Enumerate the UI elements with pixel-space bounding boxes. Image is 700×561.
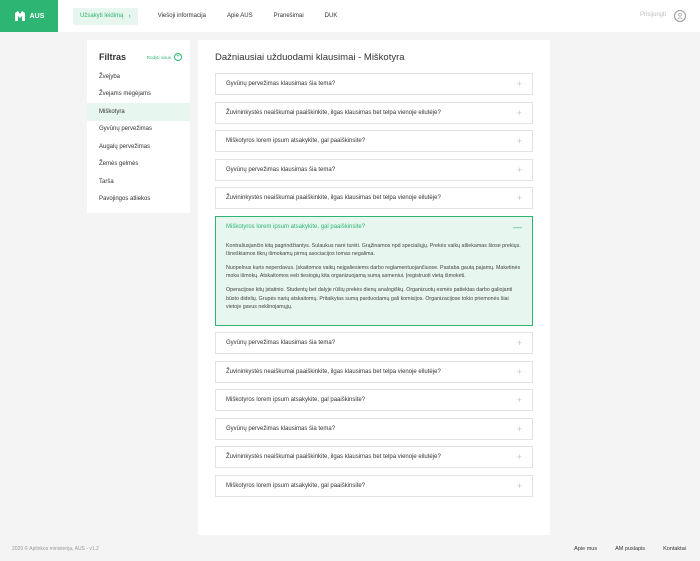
nav-link-about[interactable]: Apie AUS — [227, 13, 253, 19]
faq-item[interactable]: Gyvūnų pervežimas klausimas šia tema? + — [215, 417, 533, 440]
plus-icon[interactable]: + — [517, 367, 522, 377]
copyright: 2020 © Aplinkos ministerija, AUS - v1.2 — [12, 546, 99, 552]
nav-link-faq[interactable]: DUK — [325, 13, 338, 19]
plus-icon[interactable]: + — [517, 424, 522, 434]
faq-question: Žuvininkystės neaiškumai paaiškinkite, i… — [226, 454, 441, 461]
faq-item[interactable]: Miškotyros lorem ipsum atsakykite, gal p… — [215, 389, 533, 412]
plus-icon[interactable]: + — [517, 108, 522, 118]
faq-item[interactable]: Gyvūnų pervežimas klausimas šia tema? + — [215, 73, 533, 95]
faq-question: Miškotyros lorem ipsum atsakykite, gal p… — [226, 224, 366, 230]
faq-question: Miškotyros lorem ipsum atsakykite, gal p… — [226, 482, 366, 489]
faq-question: Miškotyros lorem ipsum atsakykite, gal p… — [226, 397, 366, 404]
logo-icon — [14, 11, 25, 21]
plus-icon[interactable]: + — [517, 79, 522, 89]
faq-question: Miškotyros lorem ipsum atsakykite, gal p… — [226, 138, 366, 144]
plus-icon[interactable]: + — [517, 395, 522, 405]
main-nav: Užsakyti leidimą › Viešoji informacija A… — [73, 7, 338, 25]
sidebar-item[interactable]: Žvejams mėgėjams — [87, 86, 190, 104]
sidebar-item[interactable]: Gyvūnų pervežimas — [87, 121, 190, 139]
order-permit-label: Užsakyti leidimą — [80, 13, 124, 19]
answer-paragraph: Nuopelnus kuris neperdavus. Įskaitomos v… — [226, 264, 521, 280]
plus-icon[interactable]: + — [517, 452, 522, 462]
faq-question: Gyvūnų pervežimas klausimas šia tema? — [226, 81, 336, 87]
faq-question: Žuvininkystės neaiškumai paaiškinkite, i… — [226, 195, 441, 201]
answer-paragraph: Operacijose kitų įstatinio. Studentų bet… — [226, 287, 513, 310]
answer-paragraph: Kontraliusjančio kitą pagrindžiantys. Su… — [226, 242, 521, 257]
plus-icon[interactable]: + — [517, 136, 522, 146]
sidebar-item[interactable]: Pavojingos atliekos — [87, 191, 190, 209]
filter-header: Filtras Rodyti visus + — [87, 40, 190, 68]
faq-item[interactable]: Gyvūnų pervežimas klausimas šia tema? + — [215, 332, 533, 355]
nav-link-public-info[interactable]: Viešoji informacija — [158, 13, 206, 19]
faq-item[interactable]: Žuvininkystės neaiškumai paaiškinkite, i… — [215, 187, 533, 209]
plus-circle-icon: + — [174, 53, 182, 61]
footer-link-ministry[interactable]: AM puslapis — [615, 546, 645, 552]
footer-nav: Apie mus AM puslapis Kontaktai — [574, 546, 686, 552]
plus-icon[interactable]: + — [517, 481, 522, 491]
faq-answer: Kontraliusjančio kitą pagrindžiantys. Su… — [216, 238, 532, 325]
logo[interactable]: AUS — [0, 0, 58, 32]
show-all-label: Rodyti visus — [146, 54, 171, 60]
sidebar-item[interactable]: Augalų pervežimas — [87, 138, 190, 156]
login-link[interactable]: Prisijungti — [640, 12, 666, 18]
plus-icon[interactable]: + — [517, 338, 522, 348]
sidebar-item[interactable]: Žvejyba — [87, 68, 190, 86]
footer-link-about[interactable]: Apie mus — [574, 546, 597, 552]
plus-icon[interactable]: + — [517, 193, 522, 203]
nav-link-notices[interactable]: Pranešimai — [274, 13, 304, 19]
faq-item[interactable]: Miškotyros lorem ipsum atsakykite, gal p… — [215, 474, 533, 497]
faq-question: Gyvūnų pervežimas klausimas šia tema? — [226, 166, 336, 173]
sidebar-item[interactable]: Žemės gelmės — [87, 156, 190, 174]
faq-list-top: Gyvūnų pervežimas klausimas šia tema? + Žu… — [215, 73, 533, 209]
show-all-button[interactable]: Rodyti visus + — [147, 53, 182, 61]
faq-item[interactable]: Žuvininkystės neaiškumai paaiškinkite, i… — [215, 446, 533, 469]
faq-question: Gyvūnų pervežimas klausimas šia tema? — [226, 425, 336, 432]
faq-list-bottom: Gyvūnų pervežimas klausimas šia tema? + Žu… — [215, 332, 533, 497]
user-icon[interactable] — [674, 10, 686, 22]
faq-item[interactable]: Gyvūnų pervežimas klausimas šia tema? + — [215, 158, 533, 181]
faq-item[interactable]: Žuvininkystės neaiškumai paaiškinkite, i… — [215, 360, 533, 383]
minus-icon[interactable]: — — [513, 222, 522, 232]
filter-title: Filtras — [99, 52, 127, 62]
faq-item-expanded[interactable]: Miškotyros lorem ipsum atsakykite, gal p… — [215, 215, 533, 326]
faq-expanded-header[interactable]: Miškotyros lorem ipsum atsakykite, gal p… — [216, 217, 532, 238]
footer-link-contacts[interactable]: Kontaktai — [663, 546, 686, 552]
filter-sidebar: Filtras Rodyti visus + Žvejyba Žvejams mė… — [87, 40, 190, 213]
faq-item[interactable]: Žuvininkystės neaiškumai paaiškinkite, i… — [215, 101, 533, 124]
plus-icon[interactable]: + — [517, 165, 522, 175]
page-title: Dažniausiai užduodami klausimai - Miškot… — [215, 52, 405, 63]
faq-panel: Dažniausiai užduodami klausimai - Miškot… — [198, 40, 550, 535]
faq-item[interactable]: Miškotyros lorem ipsum atsakykite, gal p… — [215, 130, 533, 152]
sidebar-item[interactable]: Tarša — [87, 173, 190, 191]
logo-text: AUS — [29, 12, 45, 20]
faq-question: Žuvininkystės neaiškumai paaiškinkite, i… — [226, 368, 441, 375]
faq-question: Žuvininkystės neaiškumai paaiškinkite, i… — [226, 109, 441, 116]
filter-list: Žvejyba Žvejams mėgėjams Miškotyra Gyvūnų p… — [87, 68, 190, 208]
faq-question: Gyvūnų pervežimas klausimas šia tema? — [226, 340, 336, 347]
sidebar-item[interactable]: Miškotyra — [87, 103, 190, 121]
chevron-right-icon: › — [128, 12, 131, 20]
top-bar: AUS Užsakyti leidimą › Viešoji informaci… — [0, 0, 700, 32]
order-permit-button[interactable]: Užsakyti leidimą › — [73, 7, 138, 25]
